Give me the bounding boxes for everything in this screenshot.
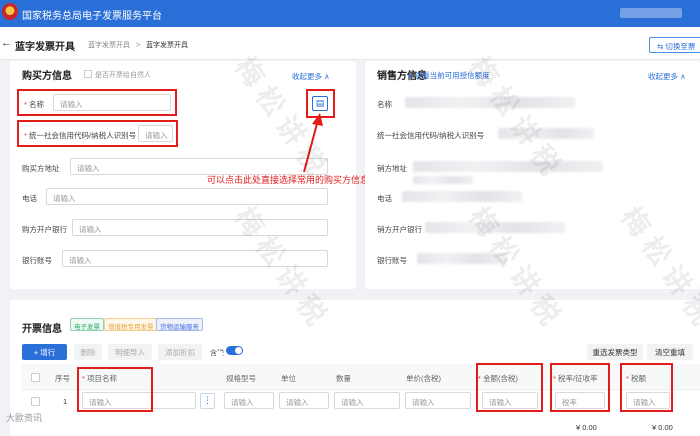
seller-account-value	[417, 253, 507, 264]
invoice-title: 开票信息	[22, 324, 62, 335]
row-seq: 1	[63, 397, 68, 406]
switch-label: 切换至票	[665, 42, 696, 51]
seller-phone-value	[402, 191, 522, 202]
national-emblem-icon	[2, 3, 18, 20]
import-detail-button[interactable]: 明细导入	[108, 344, 152, 360]
info-icon: ●	[408, 71, 415, 80]
breadcrumb-current: 蓝字发票开具	[146, 42, 188, 49]
highlight-tax-rate	[550, 363, 610, 412]
spec-input[interactable]: 请输入	[224, 392, 274, 409]
highlight-item-name	[77, 367, 153, 412]
page-header: ← 蓝字发票开具 蓝字发票开具 > 蓝字发票开具 ⇆ 切换至票	[0, 27, 700, 60]
top-bar: 国家税务总局电子发票服务平台	[0, 0, 700, 27]
tax-included-toggle[interactable]: 含税	[208, 346, 243, 358]
natural-person-label: 是否开票给自然人	[95, 72, 151, 79]
credit-limit-text: 查看当前可用授信额度	[414, 71, 490, 80]
total-amount: ¥ 0.00	[576, 423, 597, 432]
seller-bank-label: 销方开户银行	[377, 225, 422, 234]
add-row-button[interactable]: + 增行	[22, 344, 67, 360]
page-title: 蓝字发票开具	[15, 42, 75, 53]
total-tax: ¥ 0.00	[652, 423, 673, 432]
breadcrumb: 蓝字发票开具 > 蓝字发票开具	[88, 40, 188, 50]
header-spec: 规格型号	[226, 374, 256, 383]
buyer-phone-input[interactable]: 请输入	[46, 188, 328, 205]
seller-address-label: 销方地址	[377, 164, 407, 173]
header-seq: 序号	[55, 374, 70, 383]
seller-account-label: 银行账号	[377, 256, 407, 265]
row-checkbox[interactable]	[31, 397, 40, 406]
switch-button[interactable]: ⇆ 切换至票	[649, 37, 700, 53]
seller-address-value	[413, 161, 603, 172]
highlight-tax	[620, 363, 673, 412]
buyer-collapse-link[interactable]: 收起更多 ∧	[292, 71, 330, 82]
tag-e-invoice: 电子发票	[70, 318, 104, 331]
seller-bank-value	[425, 222, 565, 233]
toggle-switch	[226, 346, 243, 355]
seller-tax-id-value	[498, 128, 594, 139]
clear-refill-button[interactable]: 清空重填	[647, 344, 693, 360]
breadcrumb-item[interactable]: 蓝字发票开具	[88, 42, 130, 49]
tax-included-label: 含税	[210, 350, 224, 357]
seller-name-value	[405, 97, 575, 108]
select-all-checkbox[interactable]	[31, 373, 40, 382]
seller-collapse-link[interactable]: 收起更多 ∧	[648, 71, 686, 82]
header-unit: 单位	[281, 374, 296, 383]
header-unit-price: 单价(含税)	[406, 374, 441, 383]
highlight-amount	[476, 363, 543, 412]
delete-button[interactable]: 删除	[74, 344, 102, 360]
tag-special-vat: 增值税专用发票	[104, 318, 158, 331]
highlight-buyer-name	[17, 89, 177, 116]
seller-phone-label: 电话	[377, 194, 392, 203]
seller-address-value-2	[413, 176, 473, 184]
arrow-left-icon[interactable]: ←	[1, 37, 12, 49]
tag-freight-service: 货物运输服务	[156, 318, 203, 331]
unit-price-input[interactable]: 请输入	[405, 392, 471, 409]
credit-limit-link[interactable]: ● 查看当前可用授信额度	[408, 70, 490, 81]
qty-input[interactable]: 请输入	[334, 392, 400, 409]
unit-input[interactable]: 请输入	[279, 392, 329, 409]
app-title: 国家税务总局电子发票服务平台	[22, 11, 162, 22]
add-discount-button[interactable]: 添加折扣	[158, 344, 202, 360]
reselect-invoice-type-button[interactable]: 重选发票类型	[587, 344, 643, 360]
header-qty: 数量	[336, 374, 351, 383]
seller-panel	[365, 61, 700, 289]
buyer-title: 购买方信息	[22, 71, 72, 82]
user-info[interactable]	[620, 8, 682, 18]
seller-tax-id-label: 统一社会信用代码/纳税人识别号	[377, 131, 485, 140]
buyer-address-label: 购买方地址	[22, 164, 60, 173]
buyer-bank-input[interactable]: 请输入	[72, 219, 328, 236]
buyer-account-input[interactable]: 请输入	[62, 250, 328, 267]
more-vertical-icon[interactable]: ⋮	[200, 393, 215, 409]
breadcrumb-separator: >	[135, 42, 141, 49]
annotation-text: 可以点击此处直接选择常用的购买方信息	[207, 175, 370, 185]
seller-name-label: 名称	[377, 100, 392, 109]
buyer-account-label: 银行账号	[22, 256, 52, 265]
annotation-arrow	[303, 113, 323, 173]
buyer-bank-label: 购方开户银行	[22, 225, 67, 234]
natural-person-checkbox[interactable]: 是否开票给自然人	[84, 70, 151, 80]
footer-logo: 大歐资讯	[6, 413, 43, 423]
highlight-buyer-tax-id	[17, 120, 178, 147]
buyer-phone-label: 电话	[22, 194, 37, 203]
